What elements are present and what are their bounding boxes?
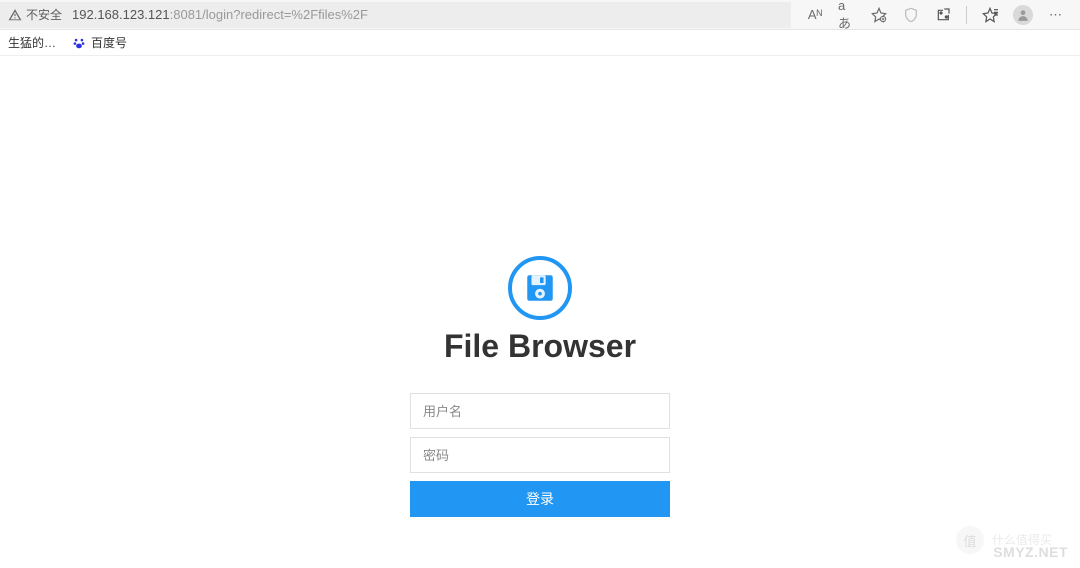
password-input[interactable] xyxy=(410,437,670,473)
translate-icon[interactable]: aあ xyxy=(838,6,856,24)
toolbar-separator xyxy=(966,6,967,24)
extensions-icon[interactable] xyxy=(934,6,952,24)
shield-icon[interactable] xyxy=(902,6,920,24)
app-title: File Browser xyxy=(444,328,636,365)
more-icon[interactable]: ⋯ xyxy=(1047,6,1065,24)
watermark-text: SMYZ.NET xyxy=(993,544,1068,560)
profile-avatar-icon[interactable] xyxy=(1013,5,1033,25)
login-form: 登录 xyxy=(410,393,670,517)
bookmark-item-2[interactable]: 百度号 xyxy=(72,34,127,51)
login-screen: File Browser 登录 xyxy=(0,56,1080,517)
url-path: :8081/login?redirect=%2Ffiles%2F xyxy=(170,7,368,22)
login-button[interactable]: 登录 xyxy=(410,481,670,517)
url-box[interactable]: 不安全 192.168.123.121:8081/login?redirect=… xyxy=(0,2,791,28)
username-input[interactable] xyxy=(410,393,670,429)
bookmarks-bar: 生猛的… 百度号 xyxy=(0,30,1080,56)
bookmark-label: 百度号 xyxy=(91,34,127,51)
floppy-disk-icon xyxy=(523,271,557,305)
security-label: 不安全 xyxy=(26,6,62,23)
favorites-list-icon[interactable] xyxy=(981,6,999,24)
bookmark-item-1[interactable]: 生猛的… xyxy=(8,34,56,51)
app-logo xyxy=(508,256,572,320)
address-bar: 不安全 192.168.123.121:8081/login?redirect=… xyxy=(0,0,1080,30)
bookmark-label: 生猛的… xyxy=(8,34,56,51)
url-host: 192.168.123.121 xyxy=(72,7,170,22)
baidu-icon xyxy=(72,36,86,50)
watermark-circle: 值 xyxy=(956,526,984,554)
security-indicator[interactable]: 不安全 xyxy=(8,6,62,23)
read-aloud-icon[interactable]: Aᴺ xyxy=(806,6,824,24)
favorite-icon[interactable] xyxy=(870,6,888,24)
warning-icon xyxy=(8,8,22,22)
url-text: 192.168.123.121:8081/login?redirect=%2Ff… xyxy=(72,7,368,22)
toolbar-icons: Aᴺ aあ ⋯ xyxy=(796,5,1075,25)
